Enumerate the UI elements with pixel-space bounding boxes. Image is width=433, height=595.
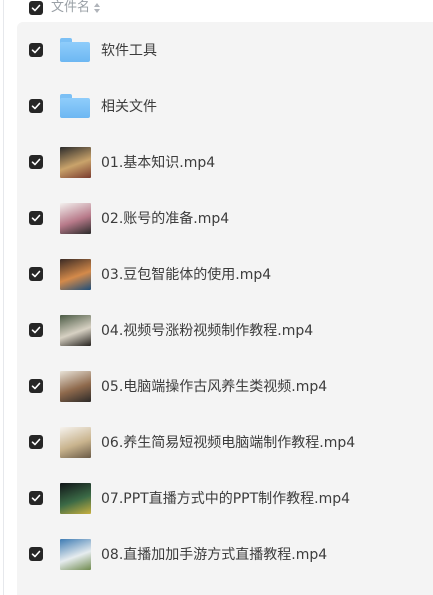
checkmark-icon xyxy=(31,214,41,222)
file-name[interactable]: 03.豆包智能体的使用.mp4 xyxy=(101,264,271,284)
column-header: 文件名 xyxy=(29,0,101,16)
checkmark-icon xyxy=(31,494,41,502)
file-checkbox[interactable] xyxy=(29,323,43,337)
file-checkbox[interactable] xyxy=(29,43,43,57)
file-row[interactable]: 01.基本知识.mp4 xyxy=(17,134,433,190)
file-checkbox[interactable] xyxy=(29,267,43,281)
select-all-checkbox[interactable] xyxy=(29,1,43,15)
file-row[interactable]: 08.直播加加手游方式直播教程.mp4 xyxy=(17,526,433,582)
file-name[interactable]: 07.PPT直播方式中的PPT制作教程.mp4 xyxy=(101,488,350,508)
file-row[interactable]: 07.PPT直播方式中的PPT制作教程.mp4 xyxy=(17,470,433,526)
checkmark-icon xyxy=(31,550,41,558)
checkmark-icon xyxy=(31,102,41,110)
left-divider xyxy=(3,0,4,595)
file-name[interactable]: 06.养生简易短视频电脑端制作教程.mp4 xyxy=(101,432,355,452)
file-name[interactable]: 软件工具 xyxy=(101,40,157,60)
video-thumbnail xyxy=(59,202,91,234)
file-checkbox[interactable] xyxy=(29,99,43,113)
folder-icon xyxy=(59,34,91,66)
file-name[interactable]: 相关文件 xyxy=(101,96,157,116)
file-row[interactable]: 03.豆包智能体的使用.mp4 xyxy=(17,246,433,302)
sort-icon[interactable] xyxy=(94,3,101,13)
checkmark-icon xyxy=(31,158,41,166)
video-thumbnail xyxy=(59,482,91,514)
file-checkbox[interactable] xyxy=(29,491,43,505)
file-row[interactable]: 05.电脑端操作古风养生类视频.mp4 xyxy=(17,358,433,414)
file-row[interactable]: 相关文件 xyxy=(17,78,433,134)
checkmark-icon xyxy=(31,326,41,334)
file-row[interactable]: 软件工具 xyxy=(17,22,433,78)
video-thumbnail xyxy=(59,146,91,178)
file-checkbox[interactable] xyxy=(29,211,43,225)
filename-column-label[interactable]: 文件名 xyxy=(51,1,90,15)
checkmark-icon xyxy=(31,4,41,12)
video-thumbnail xyxy=(59,538,91,570)
file-name[interactable]: 05.电脑端操作古风养生类视频.mp4 xyxy=(101,376,327,396)
file-row[interactable]: 04.视频号涨粉视频制作教程.mp4 xyxy=(17,302,433,358)
checkmark-icon xyxy=(31,46,41,54)
checkmark-icon xyxy=(31,382,41,390)
folder-icon xyxy=(59,90,91,122)
video-thumbnail xyxy=(59,370,91,402)
file-checkbox[interactable] xyxy=(29,155,43,169)
file-row[interactable]: 02.账号的准备.mp4 xyxy=(17,190,433,246)
file-list: 软件工具相关文件 01.基本知识.mp4 02.账号的准备.mp4 03.豆包智能体的… xyxy=(17,22,433,595)
file-checkbox[interactable] xyxy=(29,435,43,449)
file-name[interactable]: 04.视频号涨粉视频制作教程.mp4 xyxy=(101,320,313,340)
checkmark-icon xyxy=(31,270,41,278)
file-name[interactable]: 08.直播加加手游方式直播教程.mp4 xyxy=(101,544,327,564)
file-checkbox[interactable] xyxy=(29,547,43,561)
video-thumbnail xyxy=(59,258,91,290)
file-name[interactable]: 02.账号的准备.mp4 xyxy=(101,208,229,228)
checkmark-icon xyxy=(31,438,41,446)
video-thumbnail xyxy=(59,314,91,346)
video-thumbnail xyxy=(59,426,91,458)
file-name[interactable]: 01.基本知识.mp4 xyxy=(101,152,215,172)
file-row[interactable]: 06.养生简易短视频电脑端制作教程.mp4 xyxy=(17,414,433,470)
file-checkbox[interactable] xyxy=(29,379,43,393)
